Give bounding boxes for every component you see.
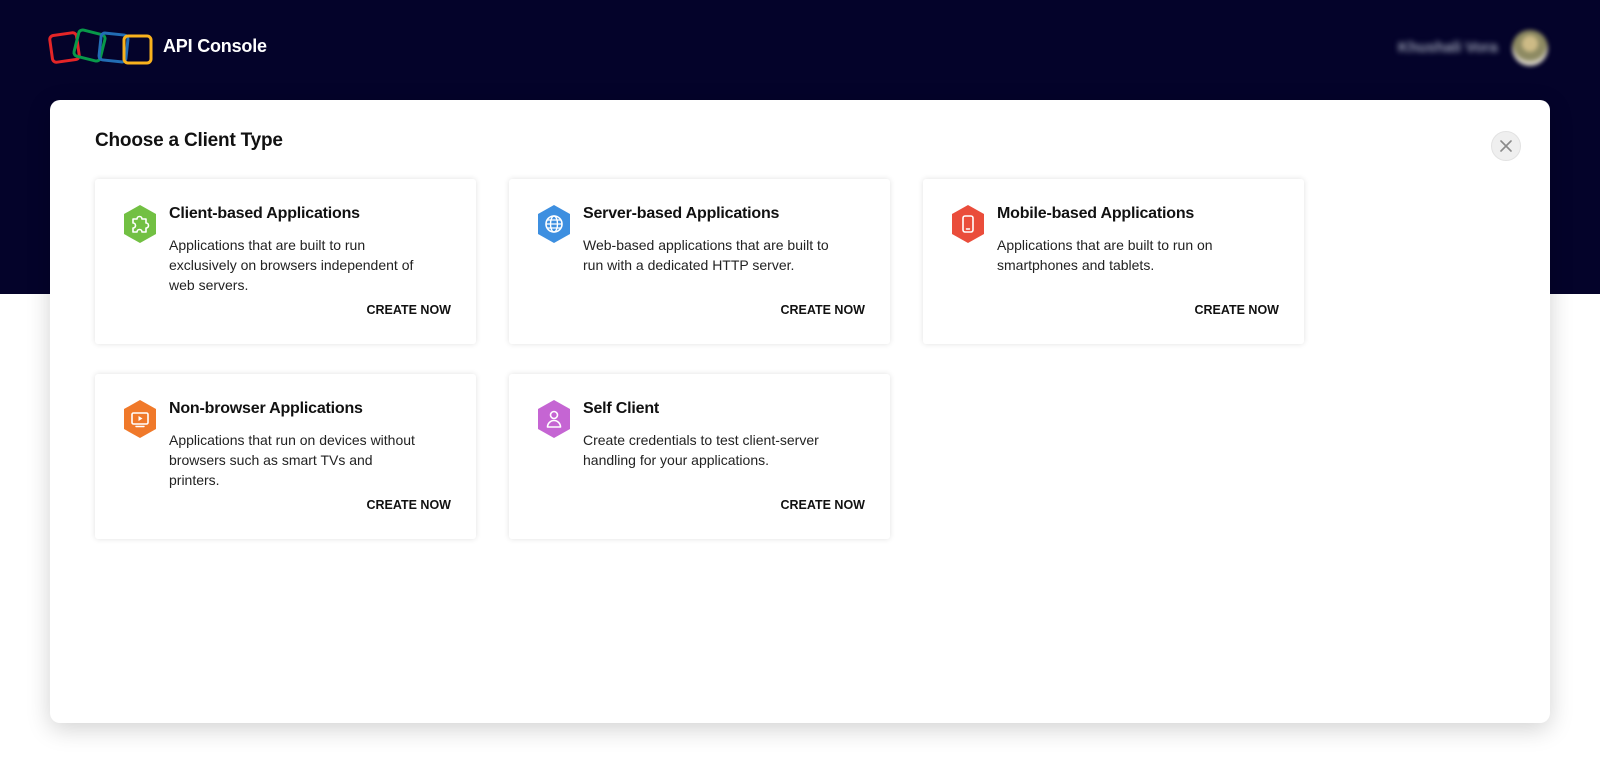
- card-description: Applications that are built to run exclu…: [169, 237, 414, 293]
- card-title: Self Client: [583, 400, 660, 417]
- user-avatar[interactable]: [1512, 30, 1548, 66]
- puzzle-icon: [122, 204, 158, 244]
- top-header: API Console Khushali Vora: [0, 0, 1600, 98]
- card-description: Create credentials to test client-server…: [583, 432, 819, 468]
- user-icon: [536, 399, 572, 439]
- card-title: Server-based Applications: [583, 205, 780, 222]
- create-now-button[interactable]: CREATE NOW: [367, 303, 452, 317]
- card-description: Applications that are built to run on sm…: [997, 237, 1213, 273]
- modal-title: Choose a Client Type: [95, 130, 283, 151]
- card-title: Mobile-based Applications: [997, 205, 1195, 222]
- close-button[interactable]: [1491, 131, 1521, 161]
- close-icon: [1500, 140, 1512, 152]
- client-type-modal: Choose a Client Type Client-based Applic…: [50, 100, 1550, 723]
- create-now-button[interactable]: CREATE NOW: [1195, 303, 1280, 317]
- client-type-card-server-based[interactable]: Server-based Applications Web-based appl…: [509, 179, 890, 344]
- card-description: Web-based applications that are built to…: [583, 237, 829, 273]
- card-title: Non-browser Applications: [169, 400, 363, 417]
- mobile-phone-icon: [950, 204, 986, 244]
- tv-icon: [122, 399, 158, 439]
- create-now-button[interactable]: CREATE NOW: [781, 303, 866, 317]
- zoho-logo[interactable]: [48, 28, 158, 68]
- client-type-card-client-based[interactable]: Client-based Applications Applications t…: [95, 179, 476, 344]
- create-now-button[interactable]: CREATE NOW: [367, 498, 452, 512]
- client-type-card-mobile-based[interactable]: Mobile-based Applications Applications t…: [923, 179, 1304, 344]
- card-title: Client-based Applications: [169, 205, 360, 222]
- user-name[interactable]: Khushali Vora: [1398, 39, 1498, 56]
- card-description: Applications that run on devices without…: [169, 432, 415, 488]
- app-title: API Console: [163, 36, 267, 56]
- client-type-card-self-client[interactable]: Self Client Create credentials to test c…: [509, 374, 890, 539]
- create-now-button[interactable]: CREATE NOW: [781, 498, 866, 512]
- globe-icon: [536, 204, 572, 244]
- client-type-card-non-browser[interactable]: Non-browser Applications Applications th…: [95, 374, 476, 539]
